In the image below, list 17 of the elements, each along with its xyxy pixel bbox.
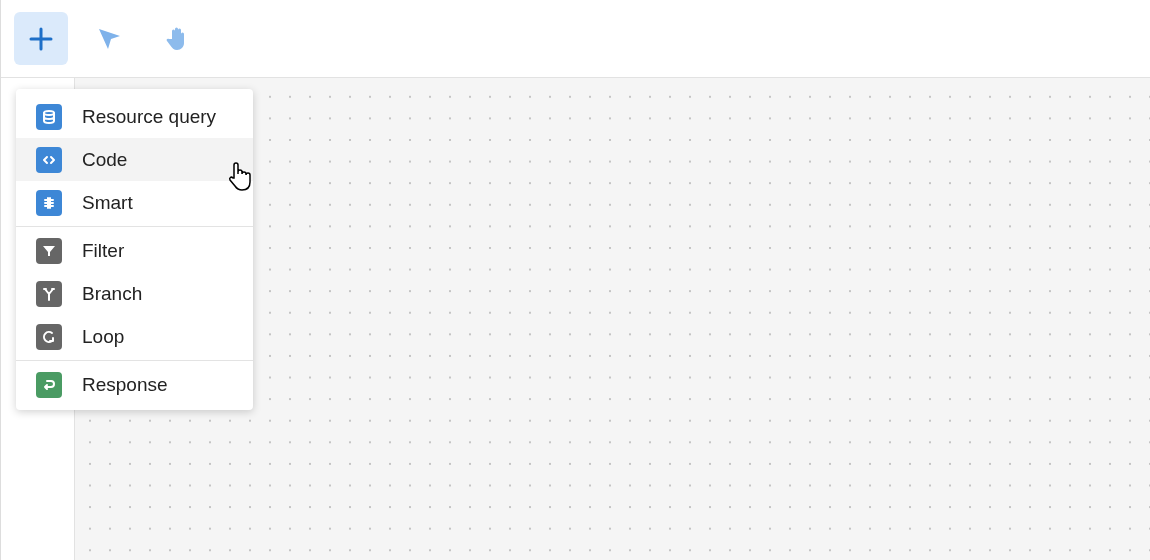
menu-item-label: Loop [82,325,125,348]
menu-item-label: Code [82,148,128,171]
menu-item[interactable]: Resource query [16,95,253,138]
menu-item[interactable]: Smart [16,181,253,224]
menu-item[interactable]: Loop [16,315,253,358]
pointer-icon [97,26,121,51]
menu-item-label: Filter [82,239,125,262]
menu-item-label: Response [82,373,168,396]
menu-item[interactable]: Code [16,138,253,181]
menu-item[interactable]: Response [16,363,253,406]
menu-item[interactable]: Filter [16,229,253,272]
plus-icon [29,26,53,51]
add-tool-button[interactable] [14,12,68,65]
menu-item[interactable]: Branch [16,272,253,315]
menu-item-label: Smart [82,191,133,214]
menu-item-label: Branch [82,282,143,305]
menu-item-label: Resource query [82,105,217,128]
